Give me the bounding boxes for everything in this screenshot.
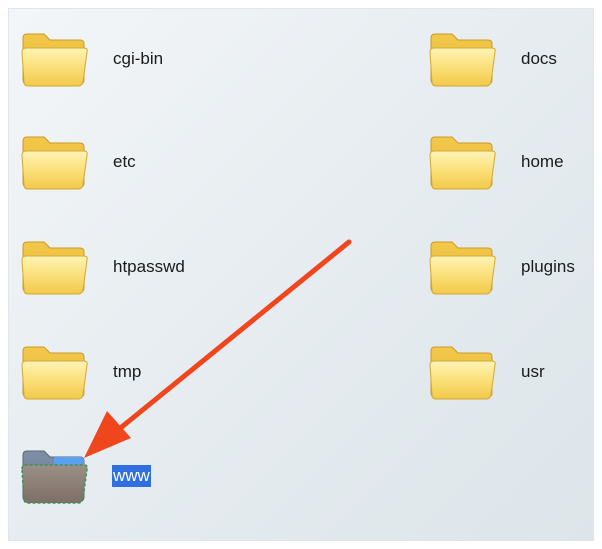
folder-label: home: [521, 152, 564, 171]
folder-icon: [21, 136, 88, 190]
folder-etc[interactable]: etc: [20, 131, 137, 193]
folder-home[interactable]: home: [428, 131, 565, 193]
folder-label: usr: [521, 362, 545, 381]
folder-label: htpasswd: [113, 257, 185, 276]
folder-icon: [429, 33, 496, 87]
folder-label: cgi-bin: [113, 49, 164, 68]
folder-icon: [21, 450, 88, 504]
folder-label: www: [112, 465, 151, 487]
folder-label: plugins: [521, 257, 575, 276]
folder-icon: [429, 241, 496, 295]
folder-htpasswd[interactable]: htpasswd: [20, 236, 186, 298]
folder-icon: [21, 241, 88, 295]
folder-label: etc: [113, 152, 136, 171]
folder-icon: [21, 346, 88, 400]
folder-tmp[interactable]: tmp: [20, 341, 142, 403]
folder-plugins[interactable]: plugins: [428, 236, 576, 298]
folder-icon: [21, 33, 88, 87]
folder-icon: [429, 346, 496, 400]
folder-icon: [429, 136, 496, 190]
folder-usr[interactable]: usr: [428, 341, 546, 403]
folder-cgi-bin[interactable]: cgi-bin: [20, 28, 164, 90]
folder-docs[interactable]: docs: [428, 28, 558, 90]
folder-label: docs: [521, 49, 557, 68]
folder-www[interactable]: www: [20, 445, 151, 507]
folder-label: tmp: [113, 362, 142, 381]
